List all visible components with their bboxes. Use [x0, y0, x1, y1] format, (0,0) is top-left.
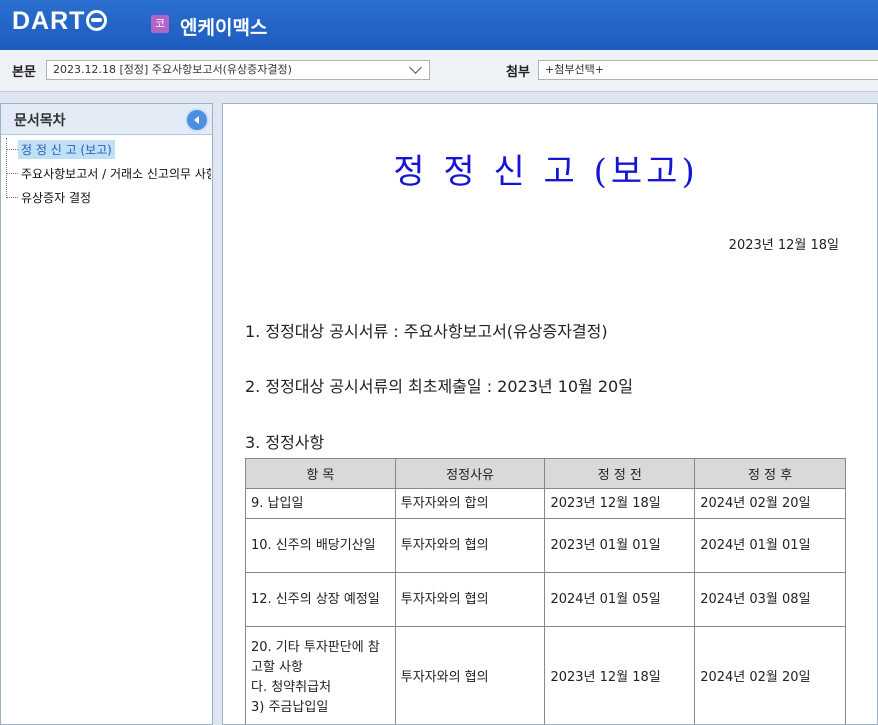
- document-title: 정 정 신 고 (보고): [393, 152, 699, 192]
- tree-dots: [6, 197, 18, 198]
- table-row: 10. 신주의 배당기산일 투자자와의 협의 2023년 01월 01일 202…: [245, 518, 846, 573]
- toc-item-label: 유상증자 결정: [21, 191, 92, 205]
- reason-cell: 투자자와의 합의: [394, 488, 546, 519]
- column-header: 정정사유: [394, 458, 546, 489]
- column-header: 항 목: [245, 458, 396, 489]
- table-row: 12. 신주의 상장 예정일 투자자와의 협의 2024년 01월 05일 20…: [245, 572, 846, 627]
- document-date: 2023년 12월 18일: [728, 238, 839, 253]
- correction-target-document: 1. 정정대상 공시서류 : 주요사항보고서(유상증자결정): [245, 322, 608, 341]
- attachment-select[interactable]: +첨부선택+: [538, 60, 878, 80]
- table-row: 20. 기타 투자판단에 참고할 사항 다. 청약취급처 3) 주금납입일 투자…: [245, 626, 846, 724]
- document-viewer: 정 정 신 고 (보고) 2023년 12월 18일 1. 정정대상 공시서류 …: [222, 103, 878, 725]
- dart-logo[interactable]: DART: [12, 7, 108, 36]
- toc-tree: 정 정 신 고 (보고) 주요사항보고서 / 거래소 신고의무 사항 유상증자 …: [6, 138, 211, 210]
- toc-item-correction-report[interactable]: 정 정 신 고 (보고): [6, 138, 211, 162]
- after-cell: 2024년 02월 20일: [694, 488, 846, 519]
- item-cell: 9. 납입일: [245, 488, 396, 519]
- item-cell: 12. 신주의 상장 예정일: [245, 572, 396, 627]
- toc-header: 문서목차: [1, 104, 212, 135]
- toc-item-capital-increase[interactable]: 유상증자 결정: [6, 186, 211, 210]
- document-toolbar: 본문 2023.12.18 [정정] 주요사항보고서(유상증자결정) 첨부 +첨…: [0, 50, 878, 92]
- toc-panel: 문서목차 정 정 신 고 (보고) 주요사항보고서 / 거래소 신고의무 사항 …: [0, 103, 213, 725]
- original-submission-date: 2. 정정대상 공시서류의 최초제출일 : 2023년 10월 20일: [245, 377, 633, 396]
- toc-item-label: 주요사항보고서 / 거래소 신고의무 사항: [21, 167, 211, 181]
- tree-dots: [6, 173, 18, 174]
- toc-item-label: 정 정 신 고 (보고): [18, 140, 115, 159]
- toc-title: 문서목차: [14, 113, 66, 129]
- correction-items-heading: 3. 정정사항: [245, 433, 325, 452]
- column-header: 정 정 후: [694, 458, 846, 489]
- reason-cell: 투자자와의 협의: [394, 572, 546, 627]
- table-row: 9. 납입일 투자자와의 합의 2023년 12월 18일 2024년 02월 …: [245, 488, 846, 519]
- column-header: 정 정 전: [544, 458, 696, 489]
- before-cell: 2023년 12월 18일: [544, 488, 696, 519]
- attach-select-value: +첨부선택+: [545, 63, 604, 76]
- app-header: DART 코 엔케이맥스: [0, 0, 878, 50]
- after-cell: 2024년 03월 08일: [694, 572, 846, 627]
- body-document-select[interactable]: 2023.12.18 [정정] 주요사항보고서(유상증자결정): [46, 60, 430, 80]
- attach-label: 첨부: [506, 65, 530, 80]
- chevron-down-icon: [409, 61, 422, 74]
- reason-cell: 투자자와의 협의: [394, 518, 546, 573]
- reason-cell: 투자자와의 협의: [394, 626, 546, 724]
- tree-dots: [6, 149, 18, 150]
- collapse-panel-button[interactable]: [185, 108, 209, 132]
- before-cell: 2023년 01월 01일: [544, 518, 696, 573]
- after-cell: 2024년 01월 01일: [694, 518, 846, 573]
- logo-circle-icon: [86, 10, 108, 31]
- toc-item-major-report[interactable]: 주요사항보고서 / 거래소 신고의무 사항: [6, 162, 211, 186]
- body-select-value: 2023.12.18 [정정] 주요사항보고서(유상증자결정): [53, 63, 292, 76]
- body-label: 본문: [12, 65, 36, 80]
- company-name[interactable]: 엔케이맥스: [180, 13, 267, 40]
- before-cell: 2024년 01월 05일: [544, 572, 696, 627]
- table-header-row: 항 목 정정사유 정 정 전 정 정 후: [245, 458, 846, 489]
- item-cell: 10. 신주의 배당기산일: [245, 518, 396, 573]
- logo-text: DART: [12, 7, 86, 35]
- after-cell: 2024년 02월 20일: [694, 626, 846, 724]
- item-cell: 20. 기타 투자판단에 참고할 사항 다. 청약취급처 3) 주금납입일: [245, 626, 396, 724]
- before-cell: 2023년 12월 18일: [544, 626, 696, 724]
- correction-table: 항 목 정정사유 정 정 전 정 정 후 9. 납입일 투자자와의 합의 202…: [245, 458, 846, 724]
- company-market-badge: 코: [151, 15, 169, 33]
